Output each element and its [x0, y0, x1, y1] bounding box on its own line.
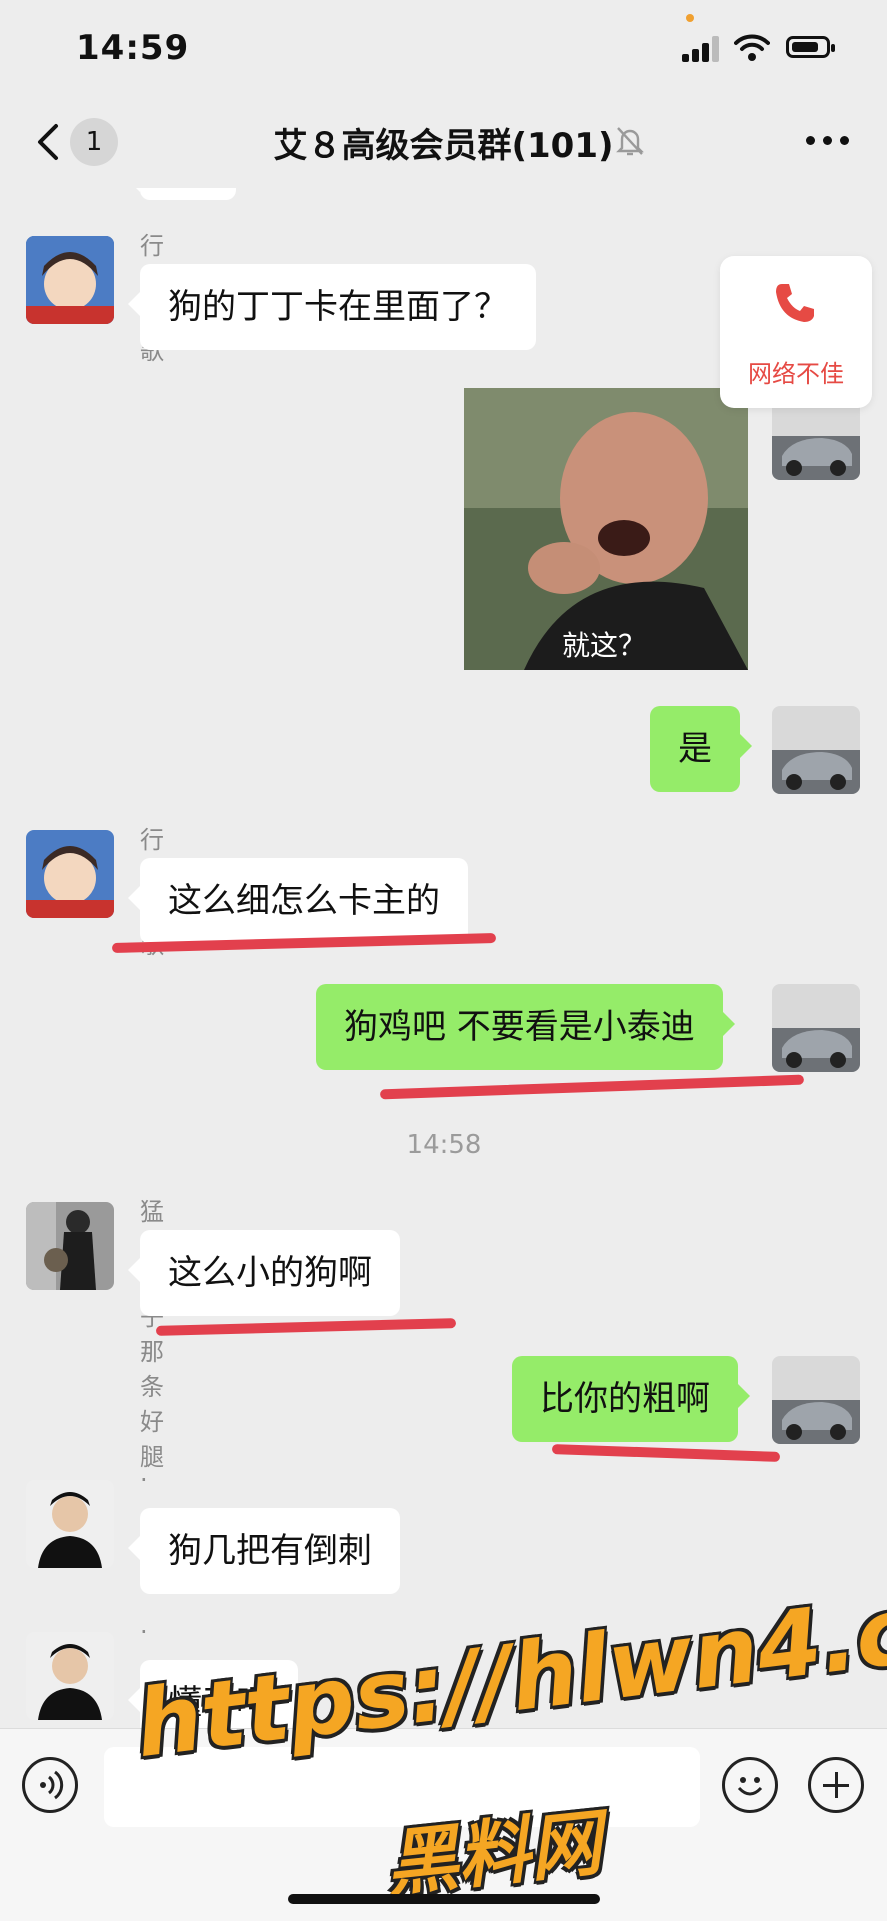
voice-input-icon[interactable] [22, 1757, 78, 1813]
avatar[interactable] [772, 984, 860, 1072]
chat-message-list[interactable]: 行板如歌 狗的丁丁卡在里面了？ 就这？ 网络不佳 是 [0, 188, 887, 1728]
sender-name: · [140, 1466, 148, 1494]
phone-icon [776, 284, 814, 322]
message-bubble[interactable]: 这么小的狗啊 [128, 1230, 400, 1316]
message-bubble[interactable]: 狗的丁丁卡在里面了？ [128, 264, 536, 350]
partial-message-bubble [128, 188, 236, 200]
add-attachment-icon[interactable] [808, 1757, 864, 1813]
privacy-indicator-dot [686, 14, 694, 22]
avatar[interactable] [772, 1356, 860, 1444]
message-bubble[interactable]: 狗几把有倒刺 [128, 1508, 400, 1594]
highlight-underline [379, 1074, 805, 1100]
more-options-icon[interactable] [806, 136, 850, 148]
message-bubble[interactable]: 狗鸡吧 不要看是小泰迪 [316, 984, 735, 1070]
avatar[interactable] [26, 1632, 114, 1720]
sender-name: · [140, 1618, 148, 1646]
status-time: 14:59 [76, 28, 190, 68]
sticker-image[interactable]: 就这？ [464, 388, 748, 670]
group-title[interactable]: 艾８高级会员群(101) [0, 118, 887, 167]
avatar[interactable] [26, 236, 114, 324]
wifi-icon [734, 34, 770, 61]
battery-icon [786, 36, 835, 58]
chat-header: 1 艾８高级会员群(101) [0, 96, 887, 188]
network-status-label: 网络不佳 [748, 360, 844, 388]
message-bubble[interactable]: 这么细怎么卡主的 [128, 858, 468, 944]
home-indicator[interactable] [288, 1894, 600, 1904]
avatar[interactable] [772, 706, 860, 794]
muted-bell-icon [616, 127, 644, 156]
message-bubble[interactable]: 比你的粗啊 [512, 1356, 750, 1442]
emoji-icon[interactable] [722, 1757, 778, 1813]
network-call-popup[interactable]: 网络不佳 [720, 256, 872, 408]
message-bubble[interactable]: 是 [650, 706, 752, 792]
avatar[interactable] [26, 830, 114, 918]
watermark-site-name: 黑料网 [381, 1800, 606, 1907]
sticker-caption: 就这？ [562, 629, 647, 662]
highlight-underline [551, 1444, 781, 1462]
avatar[interactable] [26, 1202, 114, 1290]
highlight-underline [155, 1318, 457, 1336]
cellular-signal-icon [682, 36, 722, 62]
status-bar: 14:59 [0, 0, 887, 96]
message-timestamp: 14:58 [406, 1130, 482, 1160]
avatar[interactable] [26, 1480, 114, 1568]
